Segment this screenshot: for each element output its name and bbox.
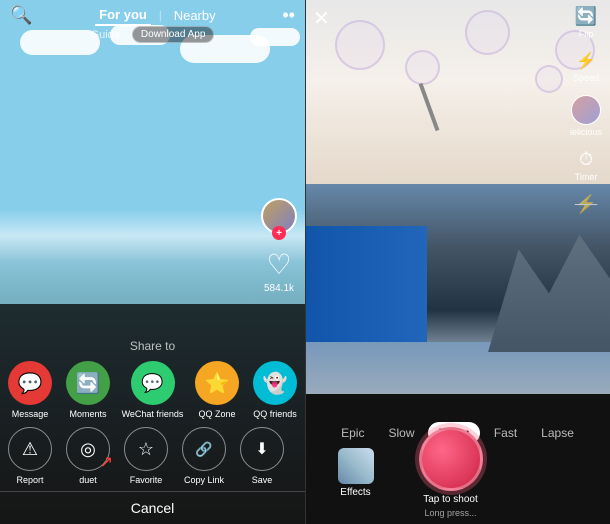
guide-text: Guide xyxy=(91,29,120,41)
follow-button[interactable]: + xyxy=(272,226,286,240)
like-count: 584.1k xyxy=(264,283,294,294)
message-label: Message xyxy=(12,409,49,419)
left-panel: 🔍 For you | Nearby •• Guide Download App… xyxy=(0,0,305,524)
moments-label: Moments xyxy=(69,409,106,419)
video-bottom xyxy=(305,184,610,394)
action-save[interactable]: ⬇ Save xyxy=(238,427,286,485)
long-press-label: Long press... xyxy=(424,508,476,518)
camera-controls: 🔄 Flip ⚡ Speed ielicious ⏱ Timer ⚡ xyxy=(570,6,602,215)
wechat-icon: 💬 xyxy=(141,373,163,394)
speed-control[interactable]: ⚡ Speed xyxy=(573,51,599,83)
red-arrow-icon: ↗ xyxy=(100,452,113,472)
action-copy-link[interactable]: 🔗 Copy Link xyxy=(180,427,228,485)
report-icon: ⚠ xyxy=(22,439,38,460)
copy-link-icon-circle: 🔗 xyxy=(182,427,226,471)
favorite-icon-circle: ☆ xyxy=(124,427,168,471)
wechat-icon-circle: 💬 xyxy=(131,361,175,405)
filter-control[interactable]: ielicious xyxy=(570,95,602,137)
speed-icon: ⚡ xyxy=(576,51,596,71)
right-panel: ✕ 🔄 Flip ⚡ Speed ielicious ⏱ Timer ⚡ xyxy=(305,0,610,524)
timer-label: Timer xyxy=(575,172,598,182)
flash-control[interactable]: ⚡ xyxy=(575,194,597,215)
qq-zone-label: QQ Zone xyxy=(198,409,235,419)
effects-thumbnail xyxy=(338,448,374,484)
speed-label: Speed xyxy=(573,73,599,83)
effects-thumb-inner xyxy=(338,448,374,484)
action-duet[interactable]: ◎ ↗ duet xyxy=(64,427,112,485)
flip-label: Flip xyxy=(579,29,594,39)
qq-friends-label: QQ friends xyxy=(253,409,297,419)
tab-for-you[interactable]: For you xyxy=(95,5,151,26)
guide-bar: Guide Download App xyxy=(0,26,305,43)
share-wechat[interactable]: 💬 WeChat friends xyxy=(122,361,183,419)
effects-label: Effects xyxy=(340,487,370,498)
moments-icon: 🔄 xyxy=(76,371,101,396)
heart-icon: ♡ xyxy=(266,248,291,281)
copy-link-icon: 🔗 xyxy=(195,441,212,458)
qq-friends-icon-circle: 👻 xyxy=(253,361,297,405)
download-app-button[interactable]: Download App xyxy=(132,26,215,43)
cancel-button[interactable]: Cancel xyxy=(0,491,305,524)
bottom-controls: Effects Tap to shoot Long press... xyxy=(305,427,610,518)
flip-control[interactable]: 🔄 Flip xyxy=(575,6,597,39)
filter-label: ielicious xyxy=(570,127,602,137)
top-tabs: For you | Nearby xyxy=(95,5,219,26)
share-to-label: Share to xyxy=(0,339,305,353)
save-icon: ⬇ xyxy=(255,439,268,459)
tab-divider: | xyxy=(159,10,162,22)
search-icon[interactable]: 🔍 xyxy=(10,5,32,26)
share-message[interactable]: 💬 Message xyxy=(6,361,54,419)
moments-icon-circle: 🔄 xyxy=(66,361,110,405)
message-icon: 💬 xyxy=(18,371,43,396)
action-favorite[interactable]: ☆ Favorite xyxy=(122,427,170,485)
mountain-silhouette xyxy=(458,205,610,352)
train-blue-car xyxy=(305,226,427,352)
duet-icon: ◎ xyxy=(80,439,96,460)
more-options-icon[interactable]: •• xyxy=(282,5,295,26)
copy-link-label: Copy Link xyxy=(184,475,224,485)
like-button[interactable]: ♡ 584.1k xyxy=(264,248,294,294)
close-button[interactable]: ✕ xyxy=(313,6,330,31)
report-icon-circle: ⚠ xyxy=(8,427,52,471)
avatar-container[interactable]: + xyxy=(261,198,297,234)
duet-label: duet xyxy=(79,475,97,485)
favorite-label: Favorite xyxy=(130,475,163,485)
message-icon-circle: 💬 xyxy=(8,361,52,405)
shoot-area: Tap to shoot Long press... xyxy=(419,427,483,518)
report-label: Report xyxy=(16,475,43,485)
wechat-label: WeChat friends xyxy=(122,409,184,419)
effects-button[interactable]: Effects xyxy=(338,448,374,498)
shoot-button[interactable] xyxy=(419,427,483,491)
filter-avatar xyxy=(571,95,601,125)
tap-to-shoot-label: Tap to shoot xyxy=(423,494,477,505)
qq-friends-icon: 👻 xyxy=(263,371,288,396)
share-moments[interactable]: 🔄 Moments xyxy=(64,361,112,419)
train-scene xyxy=(305,184,610,394)
qq-zone-icon-circle: ⭐ xyxy=(195,361,239,405)
share-qq-friends[interactable]: 👻 QQ friends xyxy=(251,361,299,419)
share-panel: Share to 💬 Message 🔄 Moments 💬 WeChat fr… xyxy=(0,339,305,524)
duet-icon-circle: ◎ ↗ xyxy=(66,427,110,471)
qq-zone-icon: ⭐ xyxy=(205,371,230,396)
timer-control[interactable]: ⏱ Timer xyxy=(575,149,598,182)
tab-nearby[interactable]: Nearby xyxy=(170,6,220,25)
save-label: Save xyxy=(252,475,273,485)
right-side-icons: + ♡ 584.1k xyxy=(261,198,297,294)
timer-icon: ⏱ xyxy=(579,149,593,170)
action-report[interactable]: ⚠ Report xyxy=(6,427,54,485)
flash-icon: ⚡ xyxy=(575,194,597,215)
favorite-icon: ☆ xyxy=(138,439,154,460)
panel-divider xyxy=(305,0,306,524)
share-qq-zone[interactable]: ⭐ QQ Zone xyxy=(193,361,241,419)
right-top-bar: ✕ 🔄 Flip ⚡ Speed ielicious ⏱ Timer ⚡ xyxy=(305,6,610,215)
share-icons-row: 💬 Message 🔄 Moments 💬 WeChat friends ⭐ xyxy=(0,361,305,419)
action-icons-row: ⚠ Report ◎ ↗ duet ☆ Favorite 🔗 xyxy=(0,427,305,485)
save-icon-circle: ⬇ xyxy=(240,427,284,471)
flip-icon: 🔄 xyxy=(575,6,597,27)
